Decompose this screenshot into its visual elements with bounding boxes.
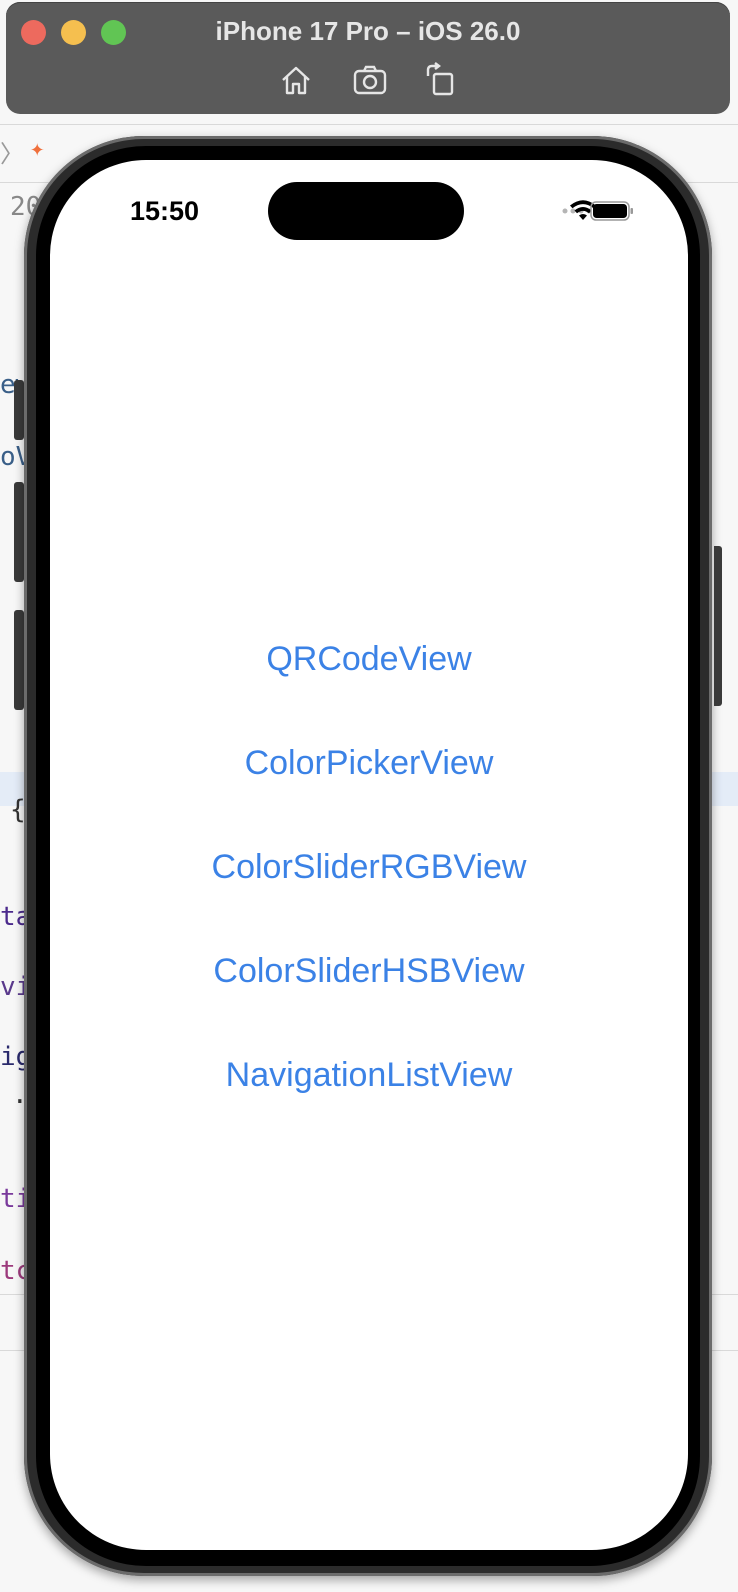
link-navigationlistview[interactable]: NavigationListView xyxy=(50,1056,688,1095)
battery-icon xyxy=(590,201,633,221)
rotate-icon xyxy=(426,62,454,96)
link-colorpickerview[interactable]: ColorPickerView xyxy=(50,744,688,783)
link-colorsliderhsbview[interactable]: ColorSliderHSBView xyxy=(50,952,688,991)
status-time: 15:50 xyxy=(130,196,200,226)
editor-breadcrumb-chevron: 〉 xyxy=(0,140,24,168)
editor-divider xyxy=(0,124,738,125)
window-title: iPhone 17 Pro – iOS 26.0 xyxy=(215,16,521,46)
rotate-button[interactable] xyxy=(422,62,458,98)
editor-gutter-marker xyxy=(14,380,24,440)
swift-icon: ✦ xyxy=(30,134,45,162)
editor-gutter-marker xyxy=(14,482,24,582)
link-colorsliderrgbview[interactable]: ColorSliderRGBView xyxy=(50,848,688,887)
dynamic-island xyxy=(268,182,464,240)
editor-gutter-marker xyxy=(14,610,24,710)
screenshot-icon xyxy=(353,65,387,95)
link-qrcodeview[interactable]: QRCodeView xyxy=(50,640,688,679)
iphone-screen: 15:50 QRCodeView ColorPickerView ColorSl… xyxy=(50,160,688,1550)
side-button[interactable] xyxy=(714,546,722,706)
simulator-titlebar: iPhone 17 Pro – iOS 26.0 xyxy=(6,2,730,114)
home-button[interactable] xyxy=(278,62,314,98)
home-icon xyxy=(282,66,310,95)
screenshot-button[interactable] xyxy=(352,62,388,98)
